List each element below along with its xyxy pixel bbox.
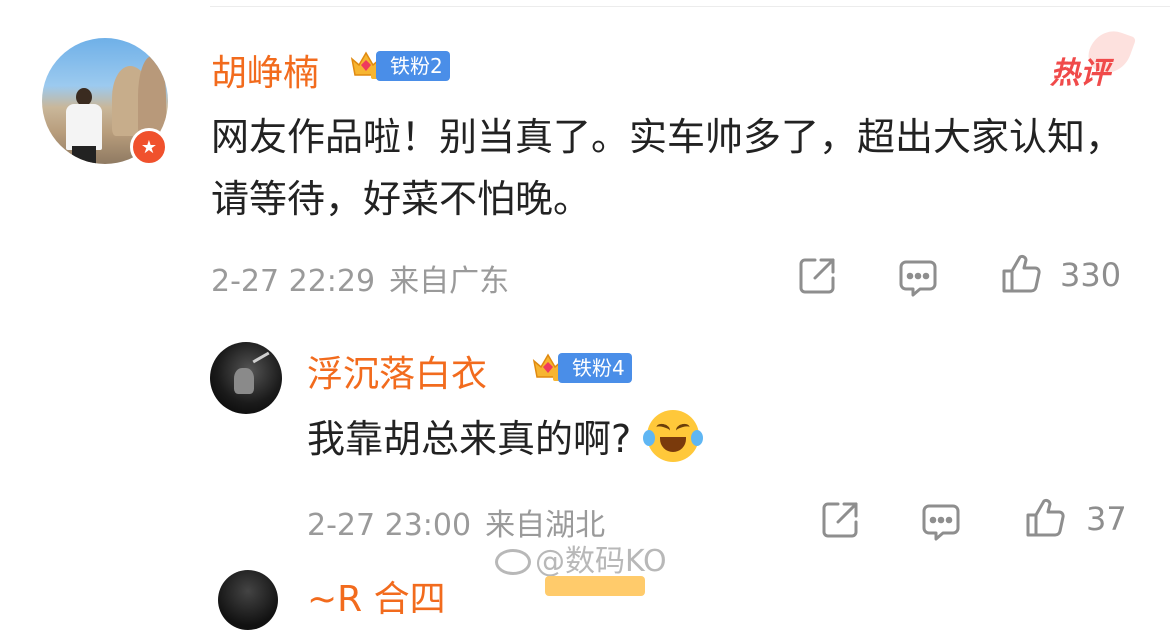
next-avatar[interactable] (218, 570, 278, 630)
comment-time: 2-27 22:29 (211, 264, 376, 299)
comment-icon[interactable] (921, 502, 961, 542)
reply-like-count: 37 (1086, 500, 1127, 538)
reply-text: 我靠胡总来真的啊? (307, 408, 1007, 470)
hot-comment-tag: 热评 (1050, 24, 1137, 91)
laugh-cry-emoji (643, 410, 704, 462)
username[interactable]: 胡峥楠 (211, 44, 319, 96)
share-icon[interactable] (797, 256, 837, 296)
verified-badge-icon: ★ (130, 128, 168, 166)
top-divider (210, 6, 1170, 7)
share-icon[interactable] (820, 500, 860, 540)
watermark: @数码KO (495, 536, 667, 580)
comment-text: 网友作品啦！别当真了。实车帅多了，超出大家认知，请等待，好菜不怕晚。 (211, 115, 1124, 221)
next-fan-badge (545, 576, 645, 596)
like-count: 330 (1060, 256, 1122, 294)
comment-meta: 2-27 22:29 来自广东 (211, 256, 509, 300)
weibo-logo-icon (495, 549, 531, 575)
like-icon[interactable] (1024, 497, 1066, 539)
next-username[interactable]: ~R 合四 (307, 570, 446, 622)
fan-badge: 铁粉2 (376, 51, 450, 81)
reply-username[interactable]: 浮沉落白衣 (307, 345, 487, 397)
reply-avatar[interactable] (210, 342, 282, 414)
comment-icon[interactable] (898, 258, 938, 298)
reply-text-content: 我靠胡总来真的啊? (307, 417, 632, 461)
like-icon[interactable] (1000, 253, 1042, 295)
reply-time: 2-27 23:00 (307, 508, 472, 543)
reply-fan-badge: 铁粉4 (558, 353, 632, 383)
comment-location: 来自广东 (389, 264, 510, 299)
